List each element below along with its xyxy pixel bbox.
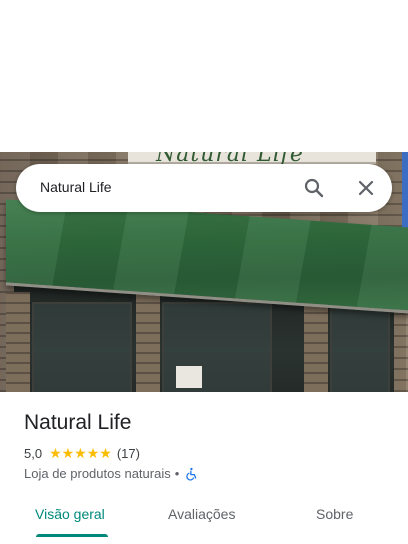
search-input[interactable]: Natural Life: [40, 179, 112, 195]
tab-bar: Visão geral Avaliações Sobre: [0, 503, 408, 544]
review-count[interactable]: (17): [117, 446, 140, 461]
shop-window: [330, 302, 390, 392]
search-bar[interactable]: Natural Life: [16, 164, 392, 212]
separator-dot: •: [174, 466, 180, 481]
active-tab-indicator: [36, 534, 108, 537]
tab-reviews[interactable]: Avaliações: [168, 506, 235, 522]
place-info-panel: Natural Life 5,0 ★★★★★ (17) Loja de prod…: [0, 392, 408, 544]
search-icon[interactable]: [302, 176, 326, 200]
tab-about[interactable]: Sobre: [316, 506, 353, 522]
wheelchair-icon: [186, 467, 197, 481]
top-blank-area: [0, 0, 408, 152]
window-notice: [176, 366, 202, 388]
rating-value: 5,0: [24, 446, 43, 461]
close-icon[interactable]: [354, 176, 378, 200]
category-row: Loja de produtos naturais •: [24, 466, 199, 481]
stone-pillar: [136, 292, 160, 392]
rating-row[interactable]: 5,0 ★★★★★ (17): [24, 445, 140, 462]
tab-overview[interactable]: Visão geral: [35, 506, 105, 522]
shop-window: [32, 302, 132, 392]
star-rating-icon: ★★★★★: [49, 445, 112, 461]
place-title: Natural Life: [24, 411, 132, 434]
place-category: Loja de produtos naturais: [24, 466, 171, 481]
stone-pillar: [6, 292, 30, 392]
